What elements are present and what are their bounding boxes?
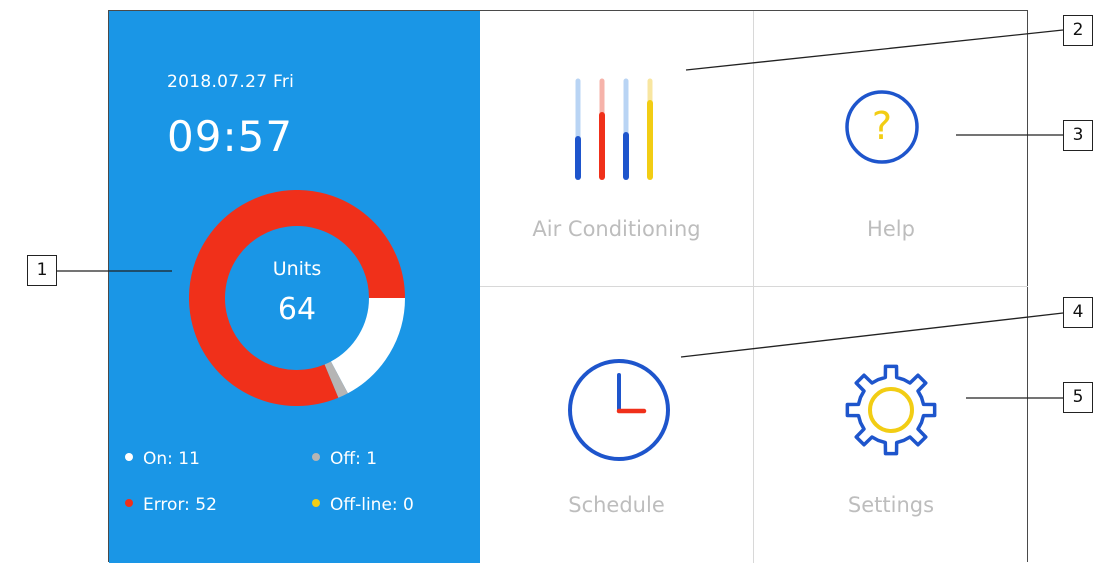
status-panel: 2018.07.27 Fri 09:57 Units 64 On: 11 Off… (109, 11, 480, 563)
legend-off-label: Off: 1 (330, 449, 378, 469)
legend-off: Off: 1 (312, 449, 377, 469)
legend-on: On: 11 (125, 449, 200, 469)
error-dot-icon (125, 499, 133, 507)
callout-4: 4 (1063, 297, 1093, 328)
callout-3: 3 (1063, 120, 1093, 151)
question-mark-icon: ? (845, 90, 919, 164)
legend-offline: Off-line: 0 (312, 495, 414, 515)
help-tile[interactable]: ? Help (754, 11, 1028, 287)
callout-5: 5 (1063, 382, 1093, 413)
touch-screen: 2018.07.27 Fri 09:57 Units 64 On: 11 Off… (108, 10, 1028, 563)
legend-error-label: Error: 52 (143, 495, 217, 515)
clock-icon (568, 359, 670, 461)
donut-segment-off (324, 361, 348, 398)
units-label: Units (272, 258, 322, 280)
legend-offline-label: Off-line: 0 (330, 495, 414, 515)
units-count: 64 (277, 292, 317, 327)
slider-bars-icon (575, 78, 653, 180)
date-label: 2018.07.27 Fri (167, 72, 295, 92)
time-label: 09:57 (167, 112, 294, 161)
gear-icon (845, 364, 937, 456)
callout-2: 2 (1063, 15, 1093, 46)
svg-text:?: ? (872, 104, 892, 148)
air-conditioning-label: Air Conditioning (532, 217, 701, 241)
settings-tile[interactable]: Settings (754, 287, 1028, 563)
schedule-label: Schedule (568, 493, 665, 517)
settings-label: Settings (847, 493, 935, 517)
callout-1: 1 (27, 255, 57, 286)
help-label: Help (867, 217, 915, 241)
on-dot-icon (125, 453, 133, 461)
legend-on-label: On: 11 (143, 449, 200, 469)
legend-error: Error: 52 (125, 495, 217, 515)
air-conditioning-tile[interactable]: Air Conditioning (480, 11, 754, 287)
off-dot-icon (312, 453, 320, 461)
offline-dot-icon (312, 499, 320, 507)
schedule-tile[interactable]: Schedule (480, 287, 754, 563)
